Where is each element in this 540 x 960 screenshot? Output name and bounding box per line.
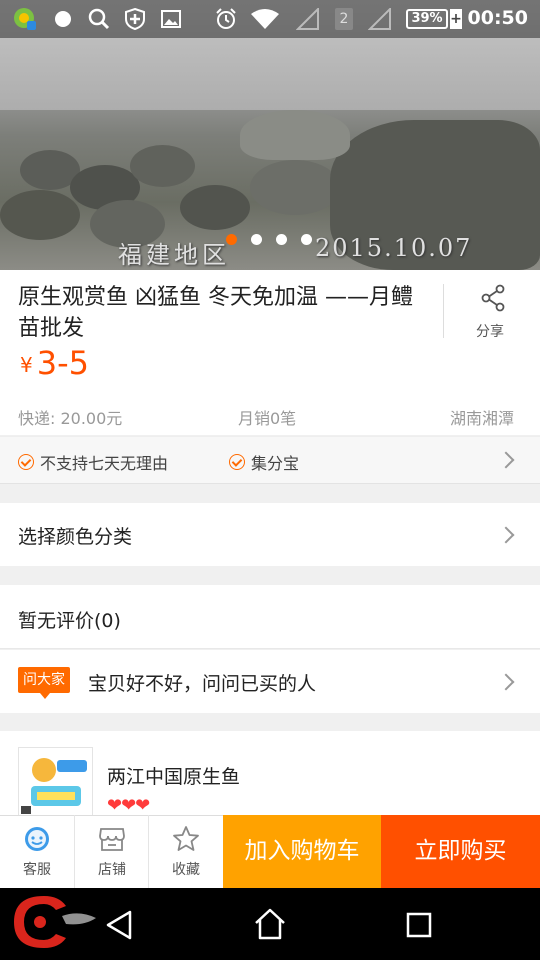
product-title: 原生观赏鱼 凶猛鱼 冬天免加温 ——月鳢苗批发 bbox=[18, 285, 413, 341]
fish-shape bbox=[240, 110, 350, 160]
sim2-icon: 2 bbox=[335, 8, 353, 30]
image-watermark-date: 2015.10.07 bbox=[315, 234, 473, 262]
monthly-sales: 月销0笔 bbox=[238, 409, 297, 428]
shield-icon bbox=[124, 8, 146, 30]
charging-icon: + bbox=[450, 9, 462, 29]
reviews-label: 暂无评价(0) bbox=[18, 610, 121, 632]
promise-label: 不支持七天无理由 bbox=[40, 454, 169, 473]
promise-item: 不支持七天无理由 bbox=[18, 450, 168, 474]
check-circle-icon bbox=[18, 454, 34, 470]
recent-apps-icon[interactable] bbox=[406, 912, 432, 938]
add-to-cart-button[interactable]: 加入购物车 bbox=[223, 815, 381, 888]
product-image-carousel[interactable]: 福建地区 2015.10.07 bbox=[0, 0, 540, 270]
shop-logo[interactable] bbox=[18, 747, 93, 817]
search-icon bbox=[88, 8, 110, 30]
pebble-shape bbox=[250, 160, 340, 215]
wifi-icon bbox=[250, 8, 280, 30]
store-label: 店铺 bbox=[98, 862, 126, 878]
star-icon bbox=[173, 826, 199, 851]
status-bar: 2 39% + 00:50 bbox=[0, 0, 540, 38]
home-icon[interactable] bbox=[253, 908, 287, 940]
carousel-dot[interactable] bbox=[276, 234, 287, 245]
back-icon[interactable] bbox=[104, 910, 134, 940]
select-color-label: 选择颜色分类 bbox=[18, 526, 133, 548]
image-icon bbox=[160, 8, 182, 30]
pebble-shape bbox=[0, 190, 80, 240]
dot-icon bbox=[54, 8, 72, 30]
status-time: 00:50 bbox=[467, 7, 528, 29]
check-circle-icon bbox=[229, 454, 245, 470]
watermark-logo bbox=[4, 890, 104, 956]
store-icon bbox=[99, 828, 125, 851]
shipping-fee: 快递: 20.00元 bbox=[18, 409, 123, 428]
signal-icon bbox=[368, 8, 392, 30]
customer-service-button[interactable]: 客服 bbox=[0, 815, 74, 888]
signal-icon bbox=[296, 8, 320, 30]
battery-icon: 39% bbox=[406, 9, 448, 29]
product-price: ¥3-5 bbox=[20, 344, 89, 382]
price-value: 3-5 bbox=[36, 344, 89, 382]
ask-everyone-prompt: 宝贝好不好，问问已买的人 bbox=[88, 673, 317, 695]
favorite-label: 收藏 bbox=[172, 862, 200, 878]
pebble-shape bbox=[130, 145, 195, 187]
carousel-dot[interactable] bbox=[251, 234, 262, 245]
share-icon bbox=[481, 284, 505, 312]
shop-name[interactable]: 两江中国原生鱼 bbox=[107, 762, 240, 789]
favorite-button[interactable]: 收藏 bbox=[148, 815, 222, 888]
app-notification-icon bbox=[12, 8, 38, 30]
buy-now-button[interactable]: 立即购买 bbox=[381, 815, 540, 888]
store-button[interactable]: 店铺 bbox=[74, 815, 148, 888]
share-label[interactable]: 分享 bbox=[476, 321, 504, 341]
shop-rating-hearts: ❤❤❤ bbox=[107, 795, 150, 816]
carousel-dot-active[interactable] bbox=[226, 234, 237, 245]
chat-bubble-icon bbox=[25, 827, 49, 851]
promise-label: 集分宝 bbox=[251, 454, 300, 473]
image-sky-area bbox=[0, 38, 540, 110]
ask-everyone-badge: 问大家 bbox=[18, 667, 70, 699]
currency-symbol: ¥ bbox=[20, 353, 33, 377]
alarm-icon bbox=[214, 8, 238, 30]
carousel-indicator bbox=[226, 234, 312, 245]
customer-service-label: 客服 bbox=[23, 862, 51, 878]
carousel-dot[interactable] bbox=[301, 234, 312, 245]
seller-location: 湖南湘潭 bbox=[450, 409, 515, 428]
promise-item: 集分宝 bbox=[229, 450, 299, 474]
image-watermark-caption: 福建地区 bbox=[118, 241, 230, 269]
pebble-shape bbox=[180, 185, 250, 230]
